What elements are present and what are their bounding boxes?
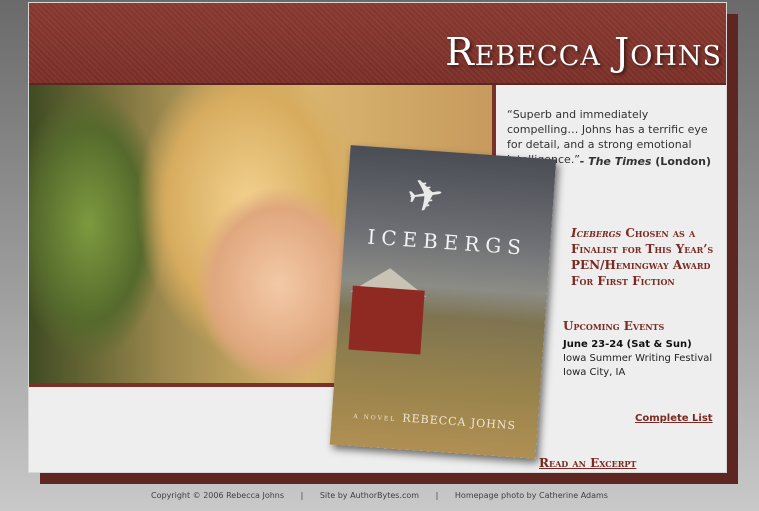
news-book-title: Icebergs	[571, 226, 622, 240]
event-name: Iowa Summer Writing Festival	[563, 353, 713, 364]
review-location: (London)	[651, 155, 711, 168]
book-cover[interactable]: ✈ ICEBERGS A NOVEL REBECCA JOHNS	[329, 145, 557, 459]
site-title: Rebecca Johns	[445, 30, 722, 74]
event-place: Iowa City, IA	[563, 367, 626, 378]
complete-list-link[interactable]: Complete List	[635, 413, 713, 424]
book-cover-title: ICEBERGS	[366, 224, 528, 260]
event-date: June 23-24 (Sat & Sun)	[563, 339, 692, 350]
barn-shape	[348, 285, 425, 355]
footer-copyright: Copyright © 2006 Rebecca Johns	[151, 491, 285, 500]
footer-site-credit[interactable]: Site by AuthorBytes.com	[320, 491, 419, 500]
book-cover-author-name: REBECCA JOHNS	[401, 411, 517, 433]
footer-photo-credit: Homepage photo by Catherine Adams	[454, 491, 608, 500]
airplane-icon: ✈	[403, 168, 448, 224]
book-cover-novel-label: A NOVEL	[353, 413, 397, 424]
footer-separator: |	[300, 491, 304, 500]
news-headline[interactable]: Icebergs Chosen as a Finalist for This Y…	[571, 225, 721, 289]
footer: Copyright © 2006 Rebecca Johns | Site by…	[0, 491, 759, 500]
read-excerpt-link[interactable]: Read an Excerpt	[539, 456, 636, 470]
review-publication: The Times	[588, 155, 652, 168]
review-dash: -	[579, 155, 589, 168]
book-cover-author: A NOVEL REBECCA JOHNS	[332, 407, 538, 434]
footer-separator: |	[435, 491, 439, 500]
events-heading: Upcoming Events	[563, 319, 665, 333]
